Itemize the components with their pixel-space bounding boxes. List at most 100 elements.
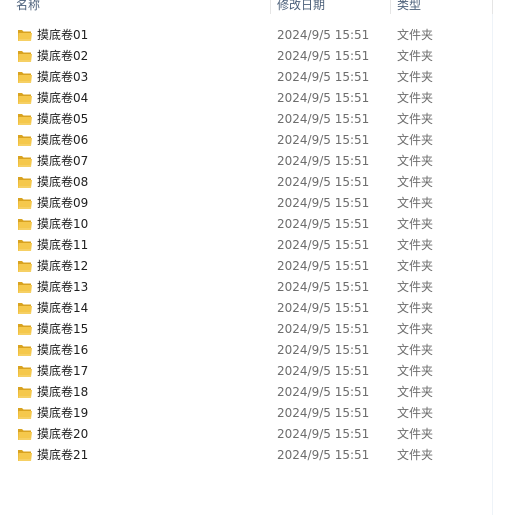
- file-name: 摸底卷19: [37, 406, 89, 420]
- column-divider[interactable]: [270, 0, 271, 14]
- date-modified: 2024/9/5 15:51: [277, 427, 370, 441]
- file-list-view: 名称 修改日期 类型 摸底卷01 2024/9/5 15:51 文件夹 摸底卷0…: [0, 0, 531, 515]
- folder-icon: [17, 384, 33, 400]
- file-type: 文件夹: [397, 112, 434, 126]
- file-name: 摸底卷08: [37, 175, 89, 189]
- list-item[interactable]: 摸底卷14 2024/9/5 15:51 文件夹: [0, 298, 492, 319]
- list-item[interactable]: 摸底卷16 2024/9/5 15:51 文件夹: [0, 340, 492, 361]
- list-item[interactable]: 摸底卷19 2024/9/5 15:51 文件夹: [0, 403, 492, 424]
- list-item[interactable]: 摸底卷02 2024/9/5 15:51 文件夹: [0, 46, 492, 67]
- file-type: 文件夹: [397, 133, 434, 147]
- list-item[interactable]: 摸底卷11 2024/9/5 15:51 文件夹: [0, 235, 492, 256]
- column-divider[interactable]: [390, 0, 391, 14]
- folder-icon: [17, 216, 33, 232]
- list-item[interactable]: 摸底卷12 2024/9/5 15:51 文件夹: [0, 256, 492, 277]
- file-type: 文件夹: [397, 301, 434, 315]
- folder-icon: [17, 174, 33, 190]
- date-modified: 2024/9/5 15:51: [277, 238, 370, 252]
- file-name: 摸底卷02: [37, 49, 89, 63]
- folder-icon: [17, 153, 33, 169]
- list-item[interactable]: 摸底卷13 2024/9/5 15:51 文件夹: [0, 277, 492, 298]
- file-name: 摸底卷10: [37, 217, 89, 231]
- column-header-type[interactable]: 类型: [397, 0, 421, 14]
- folder-icon: [17, 27, 33, 43]
- folder-icon: [17, 426, 33, 442]
- file-type: 文件夹: [397, 196, 434, 210]
- list-item[interactable]: 摸底卷07 2024/9/5 15:51 文件夹: [0, 151, 492, 172]
- date-modified: 2024/9/5 15:51: [277, 70, 370, 84]
- file-name: 摸底卷18: [37, 385, 89, 399]
- folder-icon: [17, 321, 33, 337]
- folder-icon: [17, 195, 33, 211]
- file-type: 文件夹: [397, 448, 434, 462]
- file-name: 摸底卷05: [37, 112, 89, 126]
- date-modified: 2024/9/5 15:51: [277, 406, 370, 420]
- file-type: 文件夹: [397, 28, 434, 42]
- list-item[interactable]: 摸底卷08 2024/9/5 15:51 文件夹: [0, 172, 492, 193]
- folder-icon: [17, 363, 33, 379]
- file-name: 摸底卷15: [37, 322, 89, 336]
- file-list: 摸底卷01 2024/9/5 15:51 文件夹 摸底卷02 2024/9/5 …: [0, 25, 492, 466]
- folder-icon: [17, 111, 33, 127]
- list-item[interactable]: 摸底卷10 2024/9/5 15:51 文件夹: [0, 214, 492, 235]
- folder-icon: [17, 237, 33, 253]
- date-modified: 2024/9/5 15:51: [277, 49, 370, 63]
- folder-icon: [17, 48, 33, 64]
- list-item[interactable]: 摸底卷03 2024/9/5 15:51 文件夹: [0, 67, 492, 88]
- folder-icon: [17, 342, 33, 358]
- folder-icon: [17, 69, 33, 85]
- list-item[interactable]: 摸底卷21 2024/9/5 15:51 文件夹: [0, 445, 492, 466]
- column-divider[interactable]: [492, 0, 493, 14]
- file-name: 摸底卷14: [37, 301, 89, 315]
- date-modified: 2024/9/5 15:51: [277, 154, 370, 168]
- list-item[interactable]: 摸底卷18 2024/9/5 15:51 文件夹: [0, 382, 492, 403]
- list-item[interactable]: 摸底卷01 2024/9/5 15:51 文件夹: [0, 25, 492, 46]
- column-edge-line: [492, 14, 493, 515]
- list-item[interactable]: 摸底卷17 2024/9/5 15:51 文件夹: [0, 361, 492, 382]
- file-type: 文件夹: [397, 406, 434, 420]
- list-item[interactable]: 摸底卷05 2024/9/5 15:51 文件夹: [0, 109, 492, 130]
- file-type: 文件夹: [397, 259, 434, 273]
- file-type: 文件夹: [397, 91, 434, 105]
- date-modified: 2024/9/5 15:51: [277, 364, 370, 378]
- file-type: 文件夹: [397, 280, 434, 294]
- file-type: 文件夹: [397, 49, 434, 63]
- date-modified: 2024/9/5 15:51: [277, 448, 370, 462]
- file-name: 摸底卷03: [37, 70, 89, 84]
- file-name: 摸底卷04: [37, 91, 89, 105]
- list-item[interactable]: 摸底卷15 2024/9/5 15:51 文件夹: [0, 319, 492, 340]
- folder-icon: [17, 405, 33, 421]
- date-modified: 2024/9/5 15:51: [277, 217, 370, 231]
- folder-icon: [17, 132, 33, 148]
- file-name: 摸底卷06: [37, 133, 89, 147]
- file-name: 摸底卷20: [37, 427, 89, 441]
- file-type: 文件夹: [397, 322, 434, 336]
- file-type: 文件夹: [397, 175, 434, 189]
- file-type: 文件夹: [397, 385, 434, 399]
- file-name: 摸底卷07: [37, 154, 89, 168]
- file-name: 摸底卷13: [37, 280, 89, 294]
- date-modified: 2024/9/5 15:51: [277, 280, 370, 294]
- column-header-name[interactable]: 名称: [16, 0, 40, 14]
- file-type: 文件夹: [397, 238, 434, 252]
- file-type: 文件夹: [397, 343, 434, 357]
- file-name: 摸底卷16: [37, 343, 89, 357]
- date-modified: 2024/9/5 15:51: [277, 175, 370, 189]
- file-name: 摸底卷11: [37, 238, 89, 252]
- date-modified: 2024/9/5 15:51: [277, 112, 370, 126]
- list-item[interactable]: 摸底卷04 2024/9/5 15:51 文件夹: [0, 88, 492, 109]
- file-name: 摸底卷21: [37, 448, 89, 462]
- list-item[interactable]: 摸底卷06 2024/9/5 15:51 文件夹: [0, 130, 492, 151]
- column-header-row: 名称 修改日期 类型: [0, 0, 531, 14]
- file-name: 摸底卷01: [37, 28, 89, 42]
- file-name: 摸底卷17: [37, 364, 89, 378]
- file-type: 文件夹: [397, 364, 434, 378]
- date-modified: 2024/9/5 15:51: [277, 133, 370, 147]
- list-item[interactable]: 摸底卷20 2024/9/5 15:51 文件夹: [0, 424, 492, 445]
- column-header-date-modified[interactable]: 修改日期: [277, 0, 325, 14]
- date-modified: 2024/9/5 15:51: [277, 301, 370, 315]
- file-type: 文件夹: [397, 70, 434, 84]
- list-item[interactable]: 摸底卷09 2024/9/5 15:51 文件夹: [0, 193, 492, 214]
- date-modified: 2024/9/5 15:51: [277, 196, 370, 210]
- date-modified: 2024/9/5 15:51: [277, 259, 370, 273]
